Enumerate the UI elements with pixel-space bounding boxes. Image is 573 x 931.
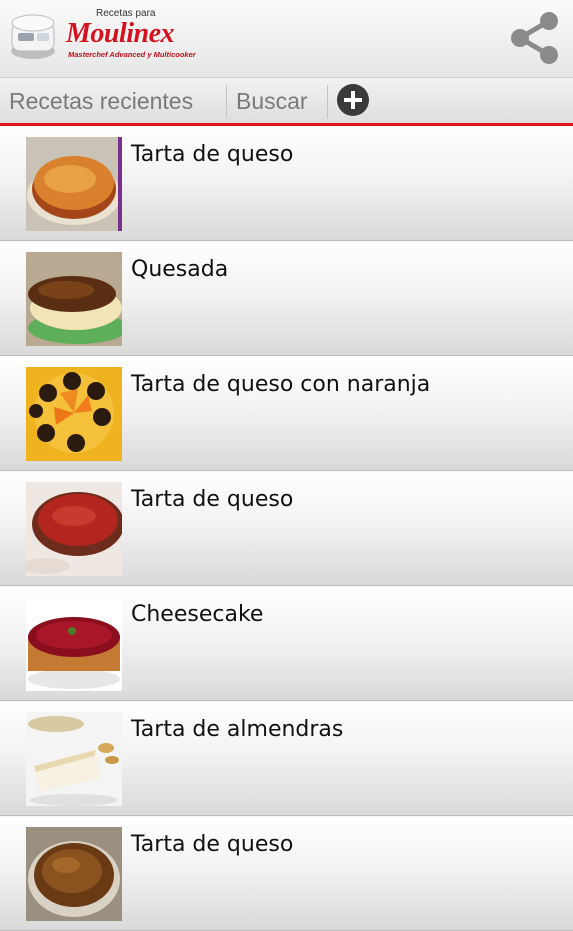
list-item[interactable]: Tarta de queso con naranja [0,356,573,471]
recipe-title: Tarta de queso [131,142,294,167]
cooker-icon[interactable] [8,9,58,61]
tab-divider [327,85,328,118]
list-item[interactable]: Tarta de almendras [0,701,573,816]
thumb-almond-cake [26,712,122,806]
recipe-title: Quesada [131,257,229,282]
logo-tagline: Masterchef Advanced y Multicooker [68,50,196,59]
list-item[interactable]: Cheesecake [0,586,573,701]
thumb-quesada [26,252,122,346]
recipe-title: Cheesecake [131,602,264,627]
tab-search[interactable]: Buscar [236,78,308,123]
plus-circle-icon[interactable] [337,84,369,116]
thumb-baked-cheesecake [26,137,122,231]
tab-bar: Recetas recientes Buscar [0,78,573,126]
recipe-title: Tarta de queso con naranja [131,372,431,397]
share-button[interactable] [505,8,565,68]
list-item[interactable]: Tarta de queso [0,816,573,931]
recipe-title: Tarta de queso [131,487,294,512]
thumb-orange-cheesecake [26,367,122,461]
list-item[interactable]: Tarta de queso [0,471,573,586]
share-icon [511,12,558,64]
thumb-berry-cheesecake [26,597,122,691]
action-bar: Recetas para Moulinex Masterchef Advance… [0,0,573,78]
tab-divider [226,85,227,118]
recipe-title: Tarta de queso [131,832,294,857]
list-item[interactable]: Quesada [0,241,573,356]
list-item[interactable]: Tarta de queso [0,126,573,241]
tab-recent-recipes[interactable]: Recetas recientes [9,78,193,123]
recipe-list: Tarta de queso Quesada Tarta de queso co… [0,126,573,931]
recipe-title: Tarta de almendras [131,717,344,742]
thumb-red-cheesecake [26,482,122,576]
thumb-caramel-cheesecake [26,827,122,921]
moulinex-logo: Recetas para Moulinex Masterchef Advance… [66,8,226,62]
logo-brand-text: Moulinex [66,18,175,49]
